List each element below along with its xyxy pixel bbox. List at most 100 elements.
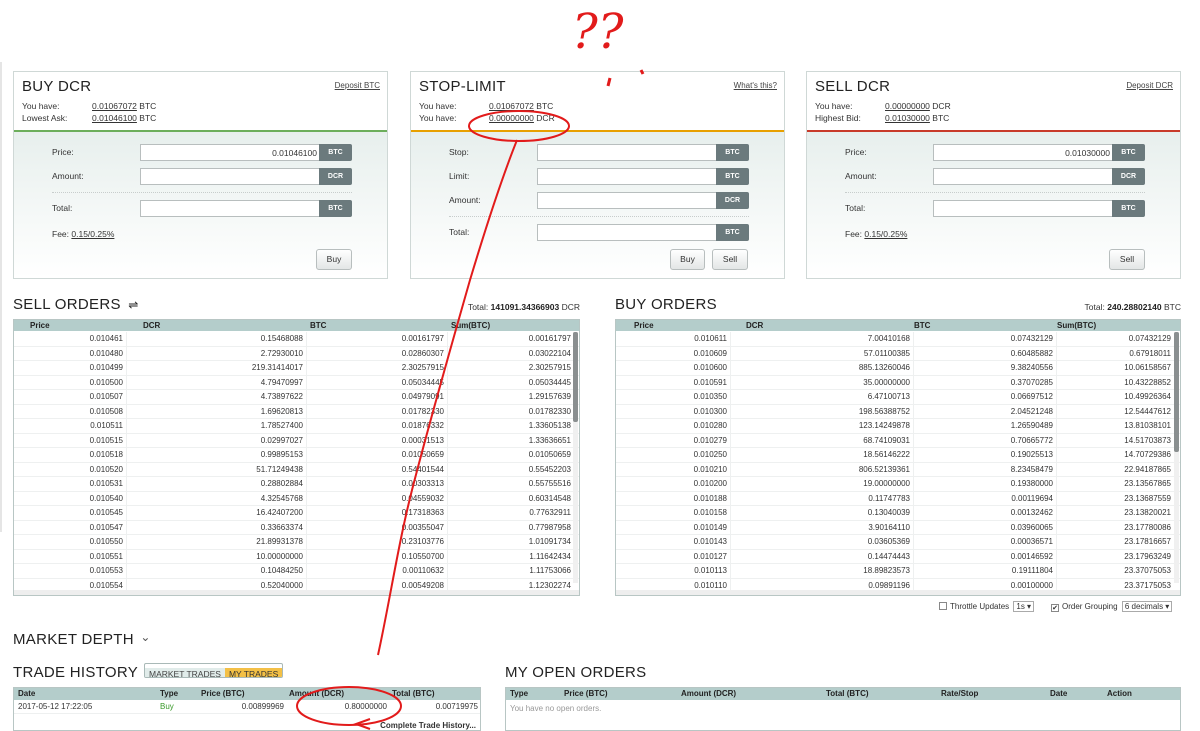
- sell-orders-scrollbar[interactable]: [573, 332, 578, 583]
- table-row[interactable]: 2017-05-12 17:22:05 Buy 0.00899969 0.800…: [14, 700, 480, 714]
- stop-dcr-balance-value[interactable]: 0.00000000: [489, 113, 534, 123]
- highest-bid-value[interactable]: 0.01030000: [885, 113, 930, 123]
- table-row[interactable]: 0.010508 1.69620813 0.01782330 0.01782330: [14, 404, 579, 419]
- table-row[interactable]: 0.010547 0.33663374 0.00355047 0.77987958: [14, 520, 579, 535]
- table-row[interactable]: 0.010158 0.13040039 0.00132462 23.13820021: [616, 506, 1180, 521]
- table-cell: 22.94187865: [1056, 462, 1174, 477]
- table-row[interactable]: 0.010520 51.71249438 0.54401544 0.55452203: [14, 462, 579, 477]
- buy-price-input[interactable]: 0.01046100: [140, 144, 322, 161]
- sell-orders-header: Price DCR BTC Sum(BTC): [14, 320, 579, 331]
- table-row[interactable]: 0.010149 3.90164110 0.03960065 23.17780086: [616, 520, 1180, 535]
- sell-fee-link[interactable]: 0.15/0.25%: [864, 229, 907, 239]
- buy-col-btc[interactable]: BTC: [914, 320, 930, 331]
- stop-sell-button[interactable]: Sell: [712, 249, 748, 270]
- table-row[interactable]: 0.010127 0.14474443 0.00146592 23.17963249: [616, 549, 1180, 564]
- table-row[interactable]: 0.010551 10.00000000 0.10550700 1.11642434: [14, 549, 579, 564]
- deposit-dcr-link[interactable]: Deposit DCR: [1126, 81, 1173, 90]
- limit-input[interactable]: [537, 168, 719, 185]
- tab-market-trades[interactable]: MARKET TRADES: [145, 668, 225, 677]
- buy-total-input[interactable]: [140, 200, 322, 217]
- table-row[interactable]: 0.010279 68.74109031 0.70665772 14.51703873: [616, 433, 1180, 448]
- table-row[interactable]: 0.010461 0.15468088 0.00161797 0.00161797: [14, 332, 579, 347]
- table-cell: 123.14249878: [730, 419, 913, 433]
- table-row[interactable]: 0.010611 7.00410168 0.07432129 0.07432129: [616, 332, 1180, 347]
- table-row[interactable]: 0.010200 19.00000000 0.19380000 23.13567865: [616, 477, 1180, 492]
- table-row[interactable]: 0.010300 198.56388752 2.04521248 12.5444761…: [616, 404, 1180, 419]
- sell-orders-rows: 0.010461 0.15468088 0.00161797 0.00161797 0.…: [14, 332, 579, 595]
- buy-balance-value[interactable]: 0.01067072: [92, 101, 137, 111]
- lowest-ask-value[interactable]: 0.01046100: [92, 113, 137, 123]
- sell-orders-hscroll[interactable]: [14, 590, 579, 595]
- table-cell: 0.010250: [693, 450, 727, 459]
- buy-col-price[interactable]: Price: [634, 320, 654, 331]
- buy-col-sum[interactable]: Sum(BTC): [1057, 320, 1096, 331]
- chevron-down-icon[interactable]: ⌄: [140, 630, 150, 644]
- sell-col-price[interactable]: Price: [30, 320, 50, 331]
- table-row[interactable]: 0.010280 123.14249878 1.26590489 13.8103810…: [616, 419, 1180, 434]
- sell-amount-field: Amount: DCR: [807, 168, 1182, 185]
- tab-my-trades[interactable]: MY TRADES: [224, 668, 283, 677]
- table-row[interactable]: 0.010609 57.01100385 0.60485882 0.67918011: [616, 346, 1180, 361]
- table-row[interactable]: 0.010591 35.00000000 0.37070285 10.43228852: [616, 375, 1180, 390]
- stop-buy-button[interactable]: Buy: [670, 249, 705, 270]
- buy-button[interactable]: Buy: [316, 249, 352, 270]
- table-row[interactable]: 0.010545 16.42407200 0.17318363 0.77632911: [14, 506, 579, 521]
- buy-col-dcr[interactable]: DCR: [746, 320, 763, 331]
- table-cell: 0.010300: [693, 406, 727, 416]
- stop-btc-balance-label: You have:: [419, 101, 457, 111]
- table-cell: 0.33663374: [126, 520, 306, 535]
- sell-col-dcr[interactable]: DCR: [143, 320, 160, 331]
- table-row[interactable]: 0.010507 4.73897622 0.04979091 1.29157639: [14, 390, 579, 405]
- sell-total-input[interactable]: [933, 200, 1115, 217]
- table-row[interactable]: 0.010500 4.79470997 0.05034445 0.05034445: [14, 375, 579, 390]
- throttle-checkbox[interactable]: [939, 602, 947, 610]
- stop-total-input[interactable]: [537, 224, 719, 241]
- table-row[interactable]: 0.010350 6.47100713 0.06697512 10.49926364: [616, 390, 1180, 405]
- buy-amount-input[interactable]: [140, 168, 322, 185]
- stop-btc-balance-value[interactable]: 0.01067072: [489, 101, 534, 111]
- table-cell: 0.010591: [693, 377, 727, 387]
- table-row[interactable]: 0.010531 0.28802884 0.00303313 0.55755516: [14, 477, 579, 492]
- table-row[interactable]: 0.010511 1.78527400 0.01876332 1.33605138: [14, 419, 579, 434]
- stop-limit-title: STOP-LIMIT: [419, 78, 506, 95]
- table-cell: 23.13820021: [1056, 506, 1174, 520]
- sell-amount-input[interactable]: [933, 168, 1115, 185]
- market-depth-toggle[interactable]: MARKET DEPTH ⌄: [13, 630, 151, 648]
- sell-scroll-thumb[interactable]: [573, 332, 578, 422]
- stop-input[interactable]: [537, 144, 719, 161]
- table-row[interactable]: 0.010480 2.72930010 0.02860307 0.03022104: [14, 346, 579, 361]
- grouping-select[interactable]: 6 decimals ▾: [1121, 601, 1173, 612]
- throttle-select[interactable]: 1s ▾: [1013, 601, 1035, 612]
- table-row[interactable]: 0.010600 885.13260046 9.38240556 10.0615856…: [616, 361, 1180, 376]
- grouping-checkbox[interactable]: ✔: [1051, 604, 1059, 612]
- table-cell: 2.30257915: [306, 361, 447, 375]
- table-row[interactable]: 0.010540 4.32545768 0.04559032 0.60314548: [14, 491, 579, 506]
- table-row[interactable]: 0.010210 806.52139361 8.23458479 22.9418786…: [616, 462, 1180, 477]
- table-row[interactable]: 0.010113 18.89823573 0.19111804 23.37075053: [616, 564, 1180, 579]
- complete-trade-history-link[interactable]: Complete Trade History...: [380, 721, 476, 730]
- stop-amount-input[interactable]: [537, 192, 719, 209]
- lowest-ask-label: Lowest Ask:: [22, 113, 68, 123]
- table-row[interactable]: 0.010188 0.11747783 0.00119694 23.13687559: [616, 491, 1180, 506]
- sell-price-input[interactable]: 0.01030000: [933, 144, 1115, 161]
- buy-scroll-thumb[interactable]: [1174, 332, 1179, 452]
- table-row[interactable]: 0.010518 0.99895153 0.01050659 0.01050659: [14, 448, 579, 463]
- buy-orders-hscroll[interactable]: [616, 590, 1180, 595]
- table-row[interactable]: 0.010499 219.31414017 2.30257915 2.30257915: [14, 361, 579, 376]
- table-cell: 0.23103776: [306, 535, 447, 549]
- table-row[interactable]: 0.010553 0.10484250 0.00110632 1.11753066: [14, 564, 579, 579]
- sell-col-btc[interactable]: BTC: [310, 320, 326, 331]
- table-row[interactable]: 0.010515 0.02997027 0.00031513 1.33636651: [14, 433, 579, 448]
- table-row[interactable]: 0.010250 18.56146222 0.19025513 14.70729386: [616, 448, 1180, 463]
- sell-balance-value[interactable]: 0.00000000: [885, 101, 930, 111]
- deposit-btc-link[interactable]: Deposit BTC: [335, 81, 380, 90]
- table-cell: 0.010480: [89, 348, 123, 358]
- toggle-arrows-icon[interactable]: ⇌: [128, 298, 138, 312]
- sell-col-sum[interactable]: Sum(BTC): [451, 320, 490, 331]
- table-row[interactable]: 0.010143 0.03605369 0.00036571 23.17816657: [616, 535, 1180, 550]
- whats-this-link[interactable]: What's this?: [734, 81, 777, 90]
- sell-button[interactable]: Sell: [1109, 249, 1145, 270]
- buy-orders-scrollbar[interactable]: [1174, 332, 1179, 583]
- buy-fee-link[interactable]: 0.15/0.25%: [71, 229, 114, 239]
- table-row[interactable]: 0.010550 21.89931378 0.23103776 1.01091734: [14, 535, 579, 550]
